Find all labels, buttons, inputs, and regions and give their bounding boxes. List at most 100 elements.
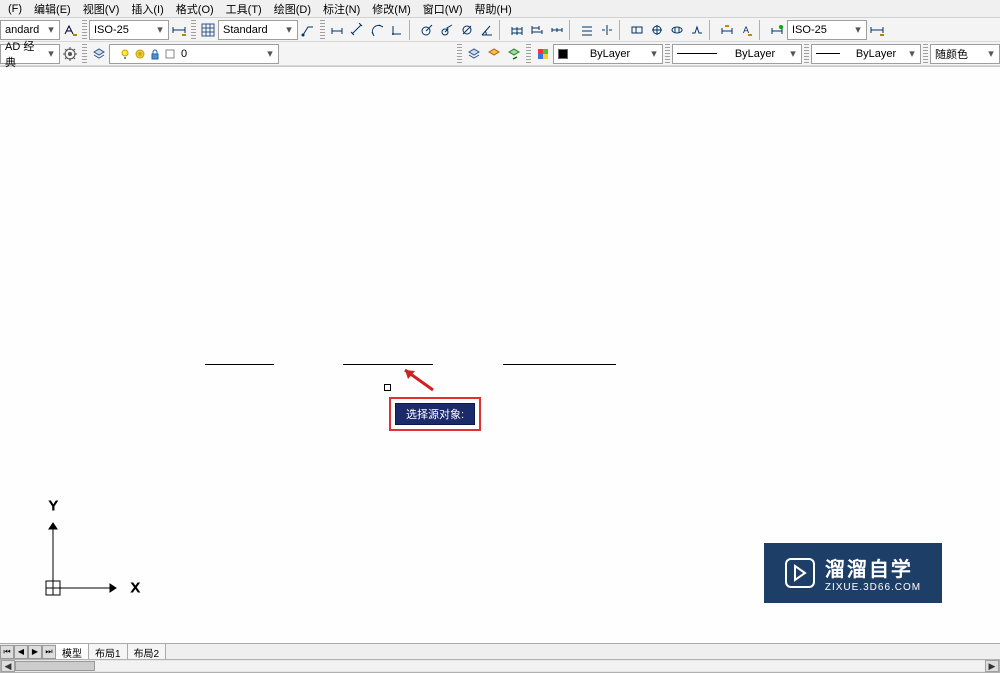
dim-diameter-button[interactable] <box>457 20 477 40</box>
layer-on-icon <box>118 47 132 61</box>
dim-baseline-button[interactable] <box>527 20 547 40</box>
scroll-left-button[interactable]: ◀ <box>1 660 15 672</box>
menu-tools[interactable]: 工具(T) <box>220 0 268 19</box>
tab-layout1[interactable]: 布局1 <box>89 643 128 661</box>
layer-freeze-icon <box>133 47 147 61</box>
color-dropdown[interactable]: ByLayer▾ <box>553 44 663 64</box>
menu-modify[interactable]: 修改(M) <box>366 0 417 19</box>
menu-format[interactable]: 格式(O) <box>170 0 220 19</box>
toolbar-wrap: andard▾ ISO-25▾ Standard▾ A ISO-25▾ AD 经… <box>0 18 1000 67</box>
drawn-line-2[interactable] <box>343 364 433 365</box>
command-tooltip: 选择源对象: <box>395 403 475 425</box>
ucs-icon: X Y <box>38 493 148 603</box>
svg-text:Y: Y <box>49 498 58 513</box>
dim-update-button[interactable] <box>767 20 787 40</box>
watermark-url: ZIXUE.3D66.COM <box>825 582 921 593</box>
dim-style-dropdown-2[interactable]: ISO-25▾ <box>787 20 867 40</box>
layer-status-icons <box>114 47 181 61</box>
color-button[interactable] <box>533 44 553 64</box>
dim-apply-button-1[interactable] <box>169 20 189 40</box>
annotation-highlight-box: 选择源对象: <box>389 397 481 431</box>
multileader-button[interactable] <box>298 20 318 40</box>
dim-ordinate-button[interactable] <box>387 20 407 40</box>
toolbar-row-2: AD 经典▾ 0 ▾ ByLayer▾ ByLayer▾ ByLayer▾ 随颜… <box>0 42 1000 66</box>
text-style-value: andard <box>5 24 39 36</box>
dim-tedit-button[interactable]: A <box>737 20 757 40</box>
table-style-button[interactable] <box>198 20 218 40</box>
layer-lock-icon <box>148 47 162 61</box>
toolbar-row-1: andard▾ ISO-25▾ Standard▾ A ISO-25▾ <box>0 18 1000 42</box>
lineweight-value: ByLayer <box>856 48 896 60</box>
tab-nav-next[interactable]: ▶ <box>28 645 42 659</box>
dim-break-button[interactable] <box>597 20 617 40</box>
watermark-badge: 溜溜自学 ZIXUE.3D66.COM <box>764 543 942 603</box>
lineweight-dropdown[interactable]: ByLayer▾ <box>811 44 921 64</box>
layer-color-icon <box>163 47 177 61</box>
color-value: ByLayer <box>590 48 630 60</box>
dim-edit-button[interactable] <box>717 20 737 40</box>
dim-style-dropdown-1[interactable]: ISO-25▾ <box>89 20 169 40</box>
workspace-dropdown[interactable]: AD 经典▾ <box>0 44 60 64</box>
layout-tabs: ⏮ ◀ ▶ ⏭ 模型 布局1 布局2 <box>0 643 1000 659</box>
drawn-line-3[interactable] <box>503 364 616 365</box>
menu-draw[interactable]: 绘图(D) <box>268 0 317 19</box>
dim-style-button[interactable] <box>867 20 887 40</box>
text-style-dropdown-2[interactable]: Standard▾ <box>218 20 298 40</box>
tab-model[interactable]: 模型 <box>56 643 89 661</box>
menu-edit[interactable]: 编辑(E) <box>28 0 77 19</box>
dim-space-button[interactable] <box>577 20 597 40</box>
workspace-value: AD 经典 <box>5 38 45 70</box>
tab-layout2[interactable]: 布局2 <box>128 643 167 661</box>
tab-nav-group: ⏮ ◀ ▶ ⏭ <box>0 645 56 659</box>
text-style-apply-button[interactable] <box>60 20 80 40</box>
tab-nav-first[interactable]: ⏮ <box>0 645 14 659</box>
horizontal-scrollbar[interactable]: ◀ ▶ <box>0 659 1000 673</box>
centermark-button[interactable] <box>647 20 667 40</box>
layer-states-button[interactable] <box>464 44 484 64</box>
text-style-2-value: Standard <box>223 24 268 36</box>
dim-style-1-value: ISO-25 <box>94 24 129 36</box>
text-style-dropdown[interactable]: andard▾ <box>0 20 60 40</box>
watermark-logo-icon <box>785 558 815 588</box>
tab-nav-prev[interactable]: ◀ <box>14 645 28 659</box>
layer-prev-button[interactable] <box>504 44 524 64</box>
dim-radius-button[interactable] <box>417 20 437 40</box>
layer-properties-button[interactable] <box>89 44 109 64</box>
drawing-canvas[interactable]: 选择源对象: X Y 溜溜自学 ZIXUE.3D66.COM <box>0 68 1000 643</box>
dim-quick-button[interactable] <box>507 20 527 40</box>
menu-bar: (F) 编辑(E) 视图(V) 插入(I) 格式(O) 工具(T) 绘图(D) … <box>0 0 1000 18</box>
inspect-button[interactable] <box>667 20 687 40</box>
menu-window[interactable]: 窗口(W) <box>417 0 469 19</box>
tab-nav-last[interactable]: ⏭ <box>42 645 56 659</box>
tolerance-button[interactable] <box>627 20 647 40</box>
layer-name: 0 <box>181 48 264 60</box>
dim-continue-button[interactable] <box>547 20 567 40</box>
pickbox-cursor <box>384 384 391 391</box>
workspace-settings-button[interactable] <box>60 44 80 64</box>
scroll-right-button[interactable]: ▶ <box>985 660 999 672</box>
menu-help[interactable]: 帮助(H) <box>469 0 518 19</box>
dim-style-2-value: ISO-25 <box>792 24 827 36</box>
menu-insert[interactable]: 插入(I) <box>125 0 169 19</box>
menu-file[interactable]: (F) <box>2 1 28 17</box>
drawn-line-1[interactable] <box>205 364 274 365</box>
dim-aligned-button[interactable] <box>347 20 367 40</box>
scroll-track[interactable] <box>15 661 985 671</box>
dim-jogged-button[interactable] <box>437 20 457 40</box>
dim-arc-button[interactable] <box>367 20 387 40</box>
linetype-preview-icon <box>677 53 717 54</box>
layer-iso-button[interactable] <box>484 44 504 64</box>
annotation-arrow-icon <box>401 366 435 392</box>
menu-dimension[interactable]: 标注(N) <box>317 0 366 19</box>
plotstyle-dropdown[interactable]: 随颜色▾ <box>930 44 1000 64</box>
svg-text:A: A <box>743 25 749 35</box>
dim-linear-button[interactable] <box>327 20 347 40</box>
layer-dropdown[interactable]: 0 ▾ <box>109 44 279 64</box>
menu-view[interactable]: 视图(V) <box>77 0 126 19</box>
scroll-thumb[interactable] <box>15 661 95 671</box>
plotstyle-value: 随颜色 <box>935 46 968 62</box>
dim-angular-button[interactable] <box>477 20 497 40</box>
linetype-dropdown[interactable]: ByLayer▾ <box>672 44 802 64</box>
color-swatch-icon <box>558 49 568 59</box>
jog-line-button[interactable] <box>687 20 707 40</box>
